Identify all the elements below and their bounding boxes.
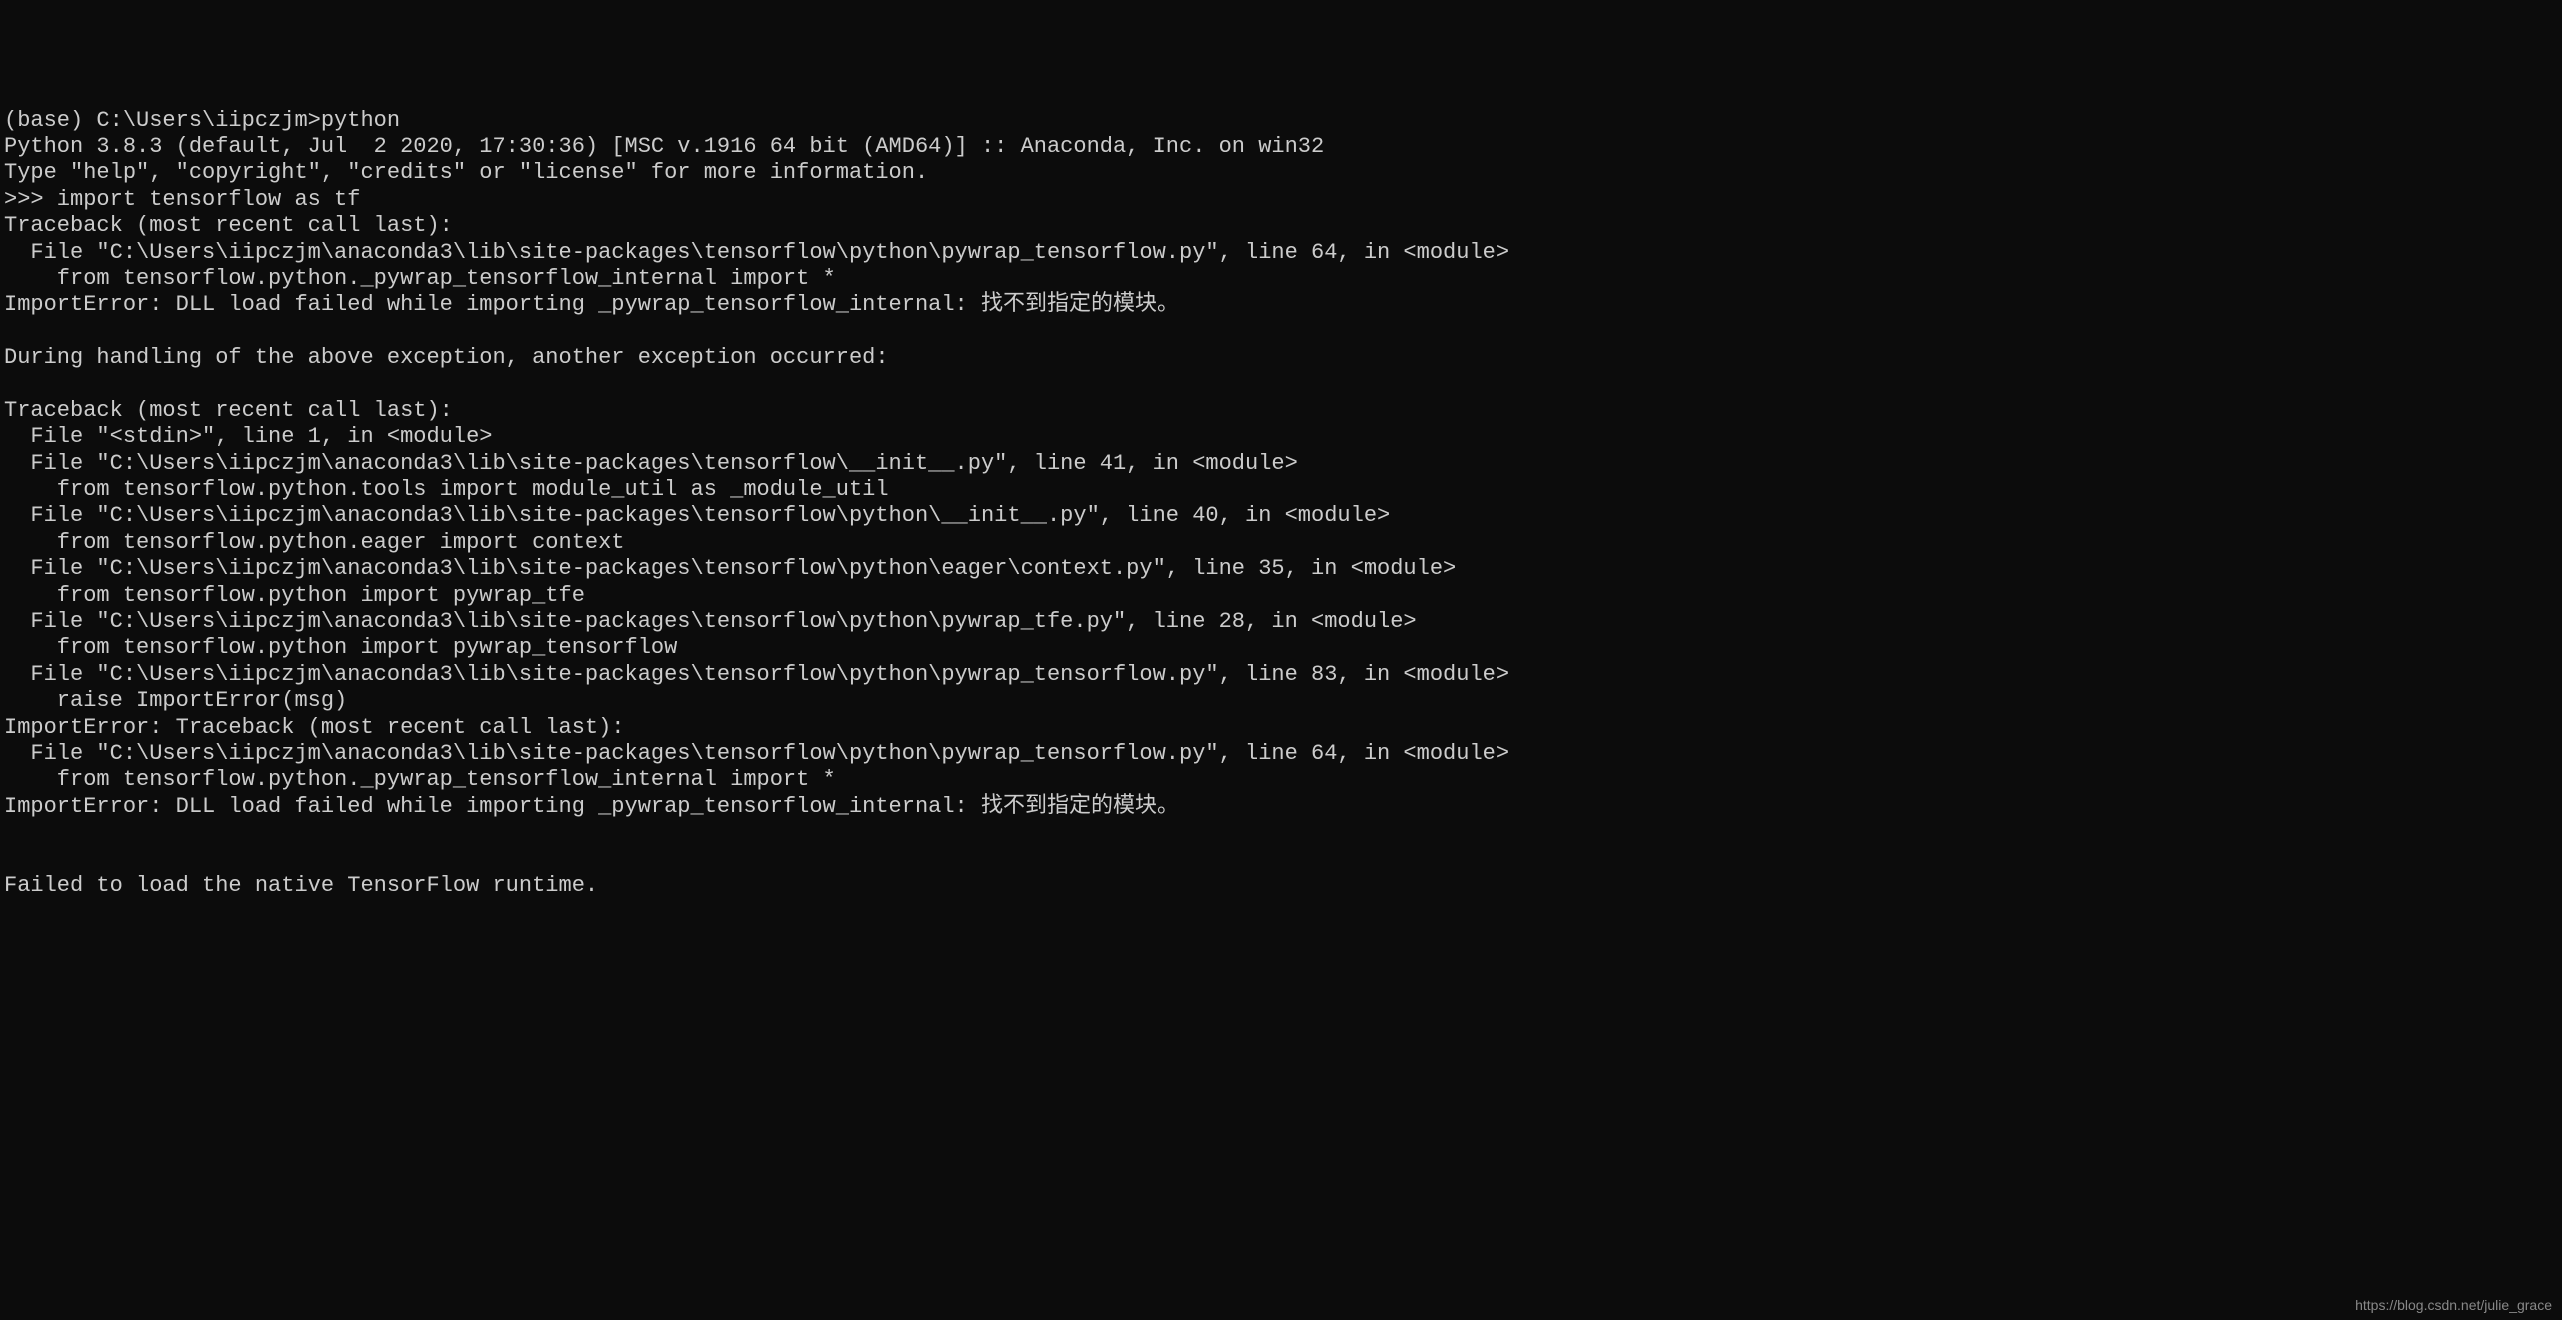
terminal-line [4,371,2558,397]
terminal-line: Traceback (most recent call last): [4,398,2558,424]
terminal-line: ImportError: Traceback (most recent call… [4,715,2558,741]
terminal-line: During handling of the above exception, … [4,345,2558,371]
terminal-line: ImportError: DLL load failed while impor… [4,794,2558,820]
terminal-line: from tensorflow.python._pywrap_tensorflo… [4,767,2558,793]
terminal-line: Traceback (most recent call last): [4,213,2558,239]
terminal-line: File "C:\Users\iipczjm\anaconda3\lib\sit… [4,556,2558,582]
terminal-line: (base) C:\Users\iipczjm>python [4,108,2558,134]
terminal-line: File "C:\Users\iipczjm\anaconda3\lib\sit… [4,662,2558,688]
terminal-line: File "C:\Users\iipczjm\anaconda3\lib\sit… [4,503,2558,529]
terminal-line: from tensorflow.python import pywrap_ten… [4,635,2558,661]
terminal-line: Type "help", "copyright", "credits" or "… [4,160,2558,186]
terminal-line: File "C:\Users\iipczjm\anaconda3\lib\sit… [4,609,2558,635]
terminal-line: from tensorflow.python import pywrap_tfe [4,583,2558,609]
terminal-output[interactable]: (base) C:\Users\iipczjm>pythonPython 3.8… [4,108,2558,900]
terminal-line: from tensorflow.python.tools import modu… [4,477,2558,503]
terminal-line: File "<stdin>", line 1, in <module> [4,424,2558,450]
terminal-line: Python 3.8.3 (default, Jul 2 2020, 17:30… [4,134,2558,160]
terminal-line: Failed to load the native TensorFlow run… [4,873,2558,899]
terminal-line: >>> import tensorflow as tf [4,187,2558,213]
terminal-line: ImportError: DLL load failed while impor… [4,292,2558,318]
terminal-line: from tensorflow.python.eager import cont… [4,530,2558,556]
terminal-line [4,847,2558,873]
terminal-line: from tensorflow.python._pywrap_tensorflo… [4,266,2558,292]
terminal-line: File "C:\Users\iipczjm\anaconda3\lib\sit… [4,240,2558,266]
terminal-line: raise ImportError(msg) [4,688,2558,714]
terminal-line [4,319,2558,345]
terminal-line: File "C:\Users\iipczjm\anaconda3\lib\sit… [4,741,2558,767]
watermark-text: https://blog.csdn.net/julie_grace [2355,1297,2552,1314]
terminal-line: File "C:\Users\iipczjm\anaconda3\lib\sit… [4,451,2558,477]
terminal-line [4,820,2558,846]
